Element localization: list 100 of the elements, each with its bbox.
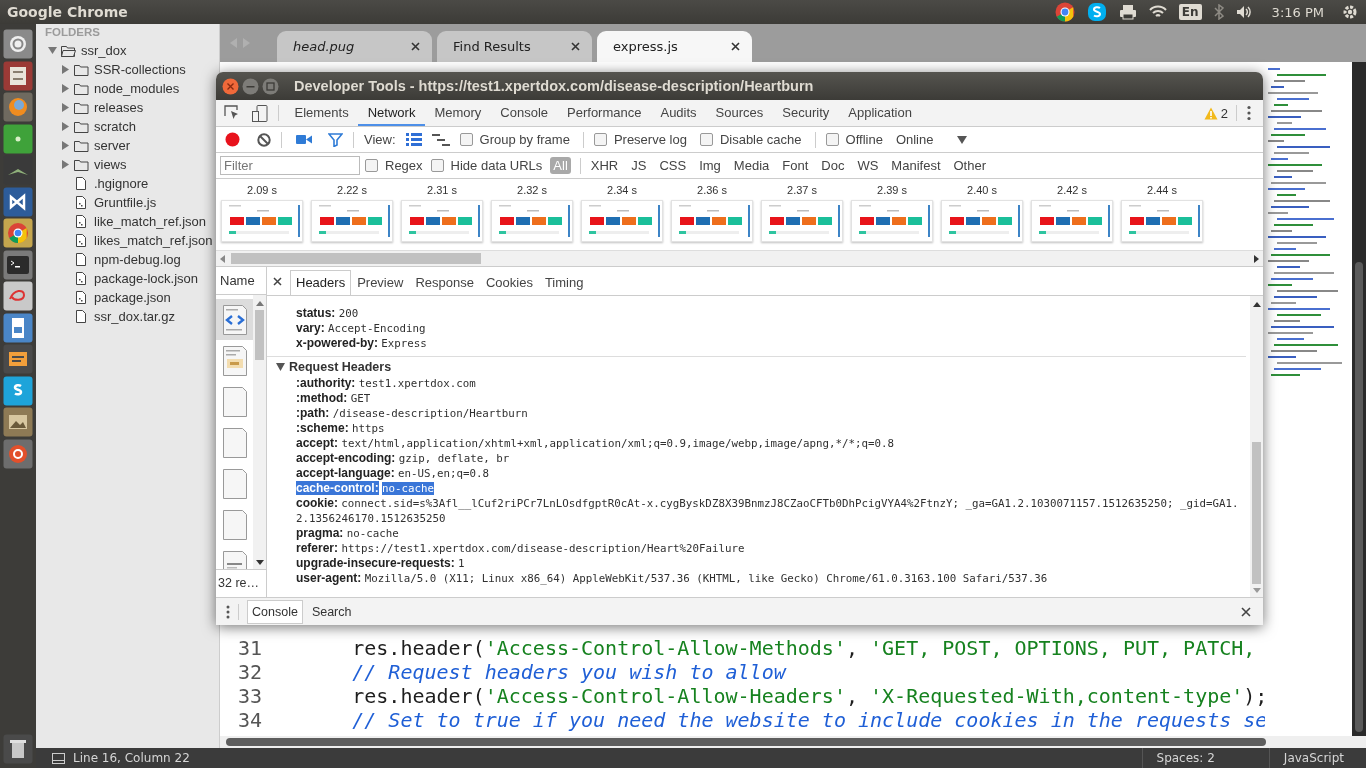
- volume-icon[interactable]: [1235, 5, 1252, 19]
- expand-arrow-icon[interactable]: [60, 160, 70, 169]
- bluetooth-icon[interactable]: [1213, 4, 1224, 20]
- panel-tab[interactable]: Audits: [650, 100, 707, 126]
- expand-arrow-icon[interactable]: [60, 84, 70, 93]
- checkbox[interactable]: Offline: [825, 132, 883, 147]
- drawer-tab[interactable]: Console: [247, 599, 303, 624]
- page-thumbnail[interactable]: [941, 200, 1023, 242]
- drawer-tab[interactable]: Search: [306, 599, 357, 624]
- page-thumbnail[interactable]: [581, 200, 663, 242]
- checkbox[interactable]: Preserve log: [593, 132, 687, 147]
- panel-tab[interactable]: Console: [490, 100, 558, 126]
- file-tab[interactable]: express.js: [597, 31, 752, 62]
- type-filter[interactable]: Other: [950, 157, 989, 174]
- scroll-down-icon[interactable]: [255, 560, 264, 565]
- filter-field[interactable]: Filter: [220, 156, 360, 175]
- type-filter[interactable]: Doc: [818, 157, 848, 174]
- request-item[interactable]: [216, 299, 253, 340]
- page-thumbnail[interactable]: [671, 200, 753, 242]
- header-row[interactable]: accept-encoding: gzip, deflate, br: [267, 451, 1246, 466]
- header-row[interactable]: :authority: test1.xpertdox.com: [267, 376, 1246, 391]
- expand-arrow-icon[interactable]: [60, 122, 70, 131]
- video-camera-icon[interactable]: [296, 134, 312, 145]
- detail-tab[interactable]: Timing: [538, 270, 590, 295]
- panel-toggle-icon[interactable]: [52, 752, 65, 764]
- page-thumbnail[interactable]: [311, 200, 393, 242]
- file-item[interactable]: ssr_dox.tar.gz: [49, 307, 219, 326]
- close-icon[interactable]: [411, 42, 420, 51]
- header-row[interactable]: :scheme: https: [267, 421, 1246, 436]
- keyboard-layout-indicator[interactable]: En: [1178, 4, 1202, 20]
- type-filter[interactable]: WS: [854, 157, 882, 174]
- section-toggle-icon[interactable]: [276, 363, 285, 371]
- header-row[interactable]: pragma: no-cache: [267, 526, 1246, 541]
- swirl-icon[interactable]: [3, 92, 33, 122]
- more-icon[interactable]: [1247, 105, 1251, 121]
- file-item[interactable]: package.json: [49, 288, 219, 307]
- panel-tab[interactable]: Sources: [706, 100, 773, 126]
- file-item[interactable]: like_match_ref.json: [49, 212, 219, 231]
- header-row[interactable]: cache-control: no-cache: [267, 481, 1246, 496]
- scrollbar-thumb[interactable]: [1355, 262, 1363, 732]
- messenger-icon[interactable]: [1086, 2, 1107, 22]
- header-row[interactable]: :path: /disease-description/Heartburn: [267, 406, 1246, 421]
- file-item[interactable]: npm-debug.log: [49, 250, 219, 269]
- list-view-icon[interactable]: [405, 133, 422, 146]
- code-editor-icon[interactable]: [3, 344, 33, 374]
- scrollbar-thumb[interactable]: [226, 738, 1266, 746]
- type-filter[interactable]: JS: [628, 157, 650, 174]
- file-tab[interactable]: Find Results: [437, 31, 592, 62]
- header-row[interactable]: :method: GET: [267, 391, 1246, 406]
- scroll-right-icon[interactable]: [1254, 254, 1259, 263]
- page-thumbnail[interactable]: [401, 200, 483, 242]
- file-item[interactable]: package-lock.json: [49, 269, 219, 288]
- file-cabinet-icon[interactable]: [3, 60, 33, 91]
- folder-item[interactable]: releases: [49, 98, 219, 117]
- filter-icon[interactable]: [328, 132, 343, 147]
- panel-tab[interactable]: Memory: [424, 100, 491, 126]
- type-filter[interactable]: Font: [779, 157, 812, 174]
- detail-tab[interactable]: Response: [409, 270, 480, 295]
- file-item[interactable]: Gruntfile.js: [49, 193, 219, 212]
- detail-tab[interactable]: Cookies: [479, 270, 539, 295]
- page-thumbnail[interactable]: [851, 200, 933, 242]
- indentation-setting[interactable]: Spaces: 2: [1141, 748, 1229, 768]
- circle-logo-icon[interactable]: [3, 29, 33, 59]
- scrollbar-thumb[interactable]: [1252, 442, 1261, 584]
- picture-frame-icon[interactable]: [3, 407, 33, 437]
- checkbox[interactable]: Group by frame: [459, 132, 570, 147]
- panel-tab[interactable]: Security: [772, 100, 839, 126]
- panel-tab[interactable]: Application: [838, 100, 922, 126]
- type-filter[interactable]: XHR: [587, 157, 622, 174]
- file-item[interactable]: likes_match_ref.json: [49, 231, 219, 250]
- folder-item[interactable]: node_modules: [49, 79, 219, 98]
- file-tab[interactable]: head.pug: [277, 31, 432, 62]
- close-icon[interactable]: [273, 276, 282, 286]
- type-filter[interactable]: Img: [696, 157, 724, 174]
- page-thumbnail[interactable]: [491, 200, 573, 242]
- header-row[interactable]: accept: text/html,application/xhtml+xml,application/xml;q=0.9,image/webp,image/apng,*/*;q=0.8: [267, 436, 1246, 451]
- header-row[interactable]: upgrade-insecure-requests: 1: [267, 556, 1246, 571]
- device-toolbar-icon[interactable]: [252, 104, 268, 122]
- waterfall-icon[interactable]: [431, 133, 450, 146]
- clear-icon[interactable]: [257, 132, 271, 147]
- wifi-icon[interactable]: [1148, 5, 1167, 19]
- panel-tab[interactable]: Network: [358, 100, 425, 126]
- panel-tab[interactable]: Elements: [285, 100, 359, 126]
- color-wheel-icon[interactable]: [1054, 2, 1075, 22]
- trash-icon[interactable]: [3, 734, 33, 764]
- folder-item[interactable]: views: [49, 155, 219, 174]
- page-thumbnail[interactable]: [1121, 200, 1203, 242]
- panel-tab[interactable]: Performance: [557, 100, 651, 126]
- file-item[interactable]: .hgignore: [49, 174, 219, 193]
- folder-item[interactable]: server: [49, 136, 219, 155]
- header-row[interactable]: status: 200: [267, 306, 1246, 321]
- inspect-icon[interactable]: [224, 105, 240, 121]
- checkbox[interactable]: Regex: [365, 158, 423, 173]
- type-filter[interactable]: Manifest: [888, 157, 944, 174]
- close-icon[interactable]: [731, 42, 740, 51]
- section-title[interactable]: Request Headers: [289, 359, 392, 375]
- printer-icon[interactable]: [1118, 4, 1137, 20]
- page-thumbnail[interactable]: [1031, 200, 1113, 242]
- scrollbar-thumb[interactable]: [255, 310, 264, 360]
- scroll-up-icon[interactable]: [1252, 302, 1261, 307]
